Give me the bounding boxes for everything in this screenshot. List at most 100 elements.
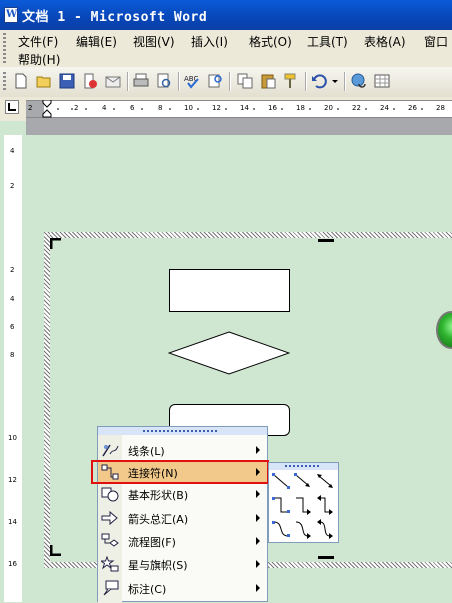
menu-view[interactable]: 视图(V) <box>133 33 175 50</box>
ruler-label: 24 <box>380 104 389 112</box>
ruler-label: 6 <box>130 104 135 112</box>
left-tab-icon <box>8 103 16 111</box>
canvas-side-handle[interactable] <box>318 239 334 242</box>
basic-shapes-icon <box>101 487 119 502</box>
menu-file[interactable]: 文件(F) <box>18 33 58 50</box>
menubar-grip[interactable] <box>3 33 6 63</box>
canvas-side-handle[interactable] <box>318 556 334 559</box>
straight-arrow-connector-icon[interactable] <box>293 471 313 491</box>
ruler-label: 4 <box>102 104 107 112</box>
toolbar-separator <box>127 72 129 91</box>
canvas-corner-handle[interactable] <box>50 544 62 556</box>
spelling-icon[interactable]: ABC <box>184 73 200 89</box>
elbow-connector-icon[interactable] <box>271 495 291 515</box>
toolbar-separator <box>229 72 231 91</box>
submenu-arrow-icon <box>256 537 260 545</box>
new-document-icon[interactable] <box>13 73 29 89</box>
hyperlink-icon[interactable] <box>351 73 367 89</box>
ruler-label: 4 <box>10 295 15 303</box>
flowchart-process-shape[interactable] <box>169 269 290 312</box>
tables-borders-icon[interactable] <box>374 73 390 89</box>
ruler-label: 2 <box>10 182 15 190</box>
window-title: 文档 1 - Microsoft Word <box>22 10 208 25</box>
ruler-label: 16 <box>268 104 277 112</box>
canvas-corner-handle[interactable] <box>50 238 62 250</box>
ruler-label: 14 <box>8 518 17 526</box>
ruler-label: 12 <box>212 104 221 112</box>
print-preview-icon[interactable] <box>156 73 172 89</box>
submenu-arrow-icon <box>256 560 260 568</box>
submenu-arrow-icon <box>256 490 260 498</box>
ruler-label: 12 <box>8 476 17 484</box>
standard-toolbar: ABC <box>0 67 452 98</box>
ruler-label: 22 <box>352 104 361 112</box>
callouts-icon <box>103 580 119 596</box>
submenu-arrow-icon <box>256 446 260 454</box>
flowchart-decision-shape[interactable] <box>168 331 290 375</box>
print-icon[interactable] <box>133 73 149 89</box>
ruler-label: 6 <box>10 323 15 331</box>
toolbar-separator <box>305 72 307 91</box>
ruler-label: 14 <box>240 104 249 112</box>
canvas-border-left <box>44 232 50 568</box>
menu-format[interactable]: 格式(O) <box>249 33 292 50</box>
copy-icon[interactable] <box>237 73 253 89</box>
menu-item-callouts[interactable]: 标注(C) <box>98 577 267 599</box>
elbow-arrow-connector-icon[interactable] <box>293 495 313 515</box>
submenu-arrow-icon <box>256 514 260 522</box>
menu-item-basic-shapes[interactable]: 基本形状(B) <box>98 483 267 505</box>
vertical-ruler[interactable]: 4 2 2 4 6 8 10 12 14 16 <box>4 135 22 602</box>
menu-item-flowchart[interactable]: 流程图(F) <box>98 530 267 552</box>
save-icon[interactable] <box>59 73 75 89</box>
ruler-label: 18 <box>296 104 305 112</box>
horizontal-ruler[interactable]: 2 2 4 6 8 10 12 14 16 18 20 22 24 26 28 <box>26 100 452 118</box>
ruler-label: 16 <box>8 560 17 568</box>
ruler-label: 28 <box>436 104 445 112</box>
menu-drag-handle[interactable] <box>98 427 267 435</box>
curved-connector-icon[interactable] <box>271 519 291 539</box>
ruler-margin-band <box>26 118 452 135</box>
menu-help[interactable]: 帮助(H) <box>18 51 60 68</box>
ruler-label: 4 <box>10 147 15 155</box>
straight-double-arrow-connector-icon[interactable] <box>315 471 335 491</box>
permission-icon[interactable] <box>82 73 98 89</box>
flowchart-icon <box>101 533 119 547</box>
toolbar-grip[interactable] <box>3 72 6 92</box>
menu-window[interactable]: 窗口 <box>424 33 448 50</box>
toolbar-separator <box>178 72 180 91</box>
straight-connector-icon[interactable] <box>271 471 291 491</box>
menu-item-stars-banners[interactable]: 星与旗帜(S) <box>98 553 267 575</box>
menu-insert[interactable]: 插入(I) <box>191 33 228 50</box>
ruler-label: 2 <box>10 266 15 274</box>
curved-double-arrow-connector-icon[interactable] <box>315 519 335 539</box>
ruler-label: 8 <box>158 104 163 112</box>
tab-selector-button[interactable] <box>5 100 19 114</box>
menu-item-block-arrows[interactable]: 箭头总汇(A) <box>98 507 267 529</box>
paste-icon[interactable] <box>260 73 276 89</box>
selection-highlight-box <box>91 460 269 484</box>
menu-table[interactable]: 表格(A) <box>364 33 406 50</box>
canvas-border-top <box>44 232 452 238</box>
elbow-double-arrow-connector-icon[interactable] <box>315 495 335 515</box>
submenu-drag-handle[interactable] <box>269 463 338 470</box>
menu-edit[interactable]: 编辑(E) <box>76 33 117 50</box>
ruler-label: 10 <box>8 434 17 442</box>
menu-tools[interactable]: 工具(T) <box>307 33 348 50</box>
curved-arrow-connector-icon[interactable] <box>293 519 313 539</box>
ruler-label: 2 <box>74 104 79 112</box>
lines-icon <box>102 444 119 457</box>
format-painter-icon[interactable] <box>283 73 299 89</box>
menu-bar: 文件(F) 编辑(E) 视图(V) 插入(I) 格式(O) 工具(T) 表格(A… <box>0 30 452 67</box>
email-icon[interactable] <box>105 73 121 89</box>
open-folder-icon[interactable] <box>36 73 52 89</box>
research-icon[interactable] <box>207 73 223 89</box>
undo-icon[interactable] <box>311 73 327 89</box>
connectors-submenu <box>268 462 339 543</box>
word-app-icon[interactable]: W <box>4 7 18 23</box>
undo-dropdown-icon[interactable] <box>331 73 339 89</box>
toolbar-separator <box>344 72 346 91</box>
menu-item-lines[interactable]: 线条(L) <box>98 439 267 461</box>
block-arrows-icon <box>101 510 118 526</box>
indent-markers[interactable] <box>42 100 52 118</box>
ruler-label: 20 <box>324 104 333 112</box>
